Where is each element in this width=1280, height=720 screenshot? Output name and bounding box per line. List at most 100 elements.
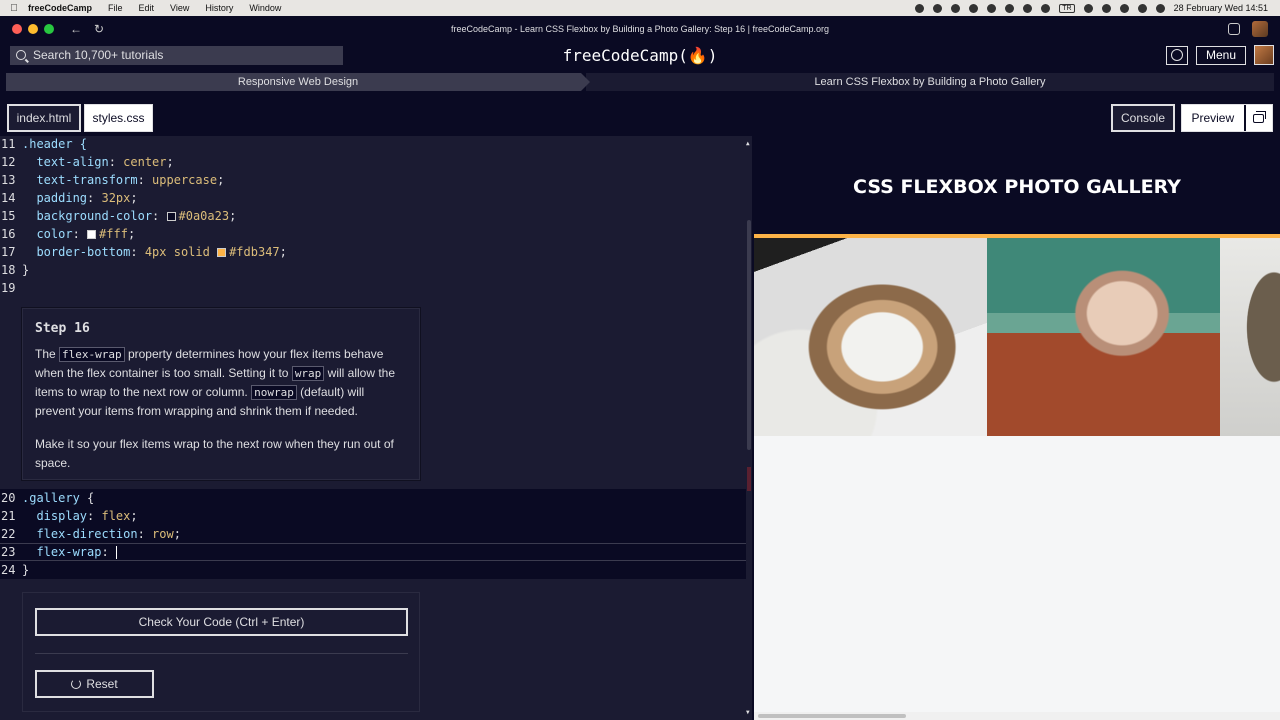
code-token: : <box>87 509 102 523</box>
preview-pane[interactable]: CSS Flexbox Photo Gallery <box>754 140 1280 720</box>
code-token: : <box>87 191 102 205</box>
code-line[interactable]: 13 text-transform: uppercase; <box>0 171 748 189</box>
code-token: { <box>79 491 95 505</box>
line-number: 12 <box>1 155 16 169</box>
input-language-badge[interactable]: TR <box>1059 3 1075 13</box>
step-text: The <box>35 347 60 361</box>
inline-code: wrap <box>291 366 325 381</box>
code-token: ; <box>166 155 174 169</box>
code-editor[interactable]: 11 .header {12 text-align: center; 13 text… <box>0 136 752 720</box>
status-icon[interactable] <box>987 3 997 13</box>
reset-button[interactable]: Reset <box>35 670 154 698</box>
code-token: : <box>137 173 153 187</box>
scrollbar-thumb[interactable] <box>747 220 751 450</box>
code-line[interactable]: 24} <box>0 561 748 579</box>
scroll-up-arrow-icon[interactable]: ▲ <box>746 140 750 147</box>
window-title: freeCodeCamp - Learn CSS Flexbox by Buil… <box>450 24 830 34</box>
line-number: 19 <box>1 281 16 295</box>
apple-icon[interactable]:  <box>0 3 28 14</box>
window-controls <box>0 24 54 34</box>
status-icon[interactable] <box>933 3 943 13</box>
menu-file[interactable]: File <box>108 3 123 13</box>
status-icon[interactable] <box>951 3 961 13</box>
menu-view[interactable]: View <box>170 3 189 13</box>
scroll-down-arrow-icon[interactable]: ▼ <box>746 709 750 716</box>
wifi-icon[interactable] <box>1137 3 1147 13</box>
inline-code: nowrap <box>251 385 297 400</box>
code-line[interactable]: 18} <box>0 261 748 279</box>
check-code-button[interactable]: Check Your Code (Ctrl + Enter) <box>35 608 408 636</box>
tab-index-html[interactable]: index.html <box>7 104 81 132</box>
code-line[interactable]: 22 flex-direction: row; <box>0 525 748 543</box>
avatar[interactable] <box>1254 45 1274 65</box>
status-icon[interactable] <box>1005 3 1015 13</box>
code-line[interactable]: 21 display: flex; <box>0 507 748 525</box>
status-icon[interactable] <box>969 3 979 13</box>
status-icon[interactable] <box>1041 3 1051 13</box>
code-token: : <box>101 545 116 559</box>
tab-styles-css[interactable]: styles.css <box>84 104 153 132</box>
bluetooth-icon[interactable] <box>1083 3 1093 13</box>
preview-button[interactable]: Preview <box>1181 104 1273 132</box>
code-line[interactable]: 14 padding: 32px; <box>0 189 748 207</box>
menubar-datetime[interactable]: 28 February Wed 14:51 <box>1174 3 1268 13</box>
editor-scrollbar[interactable]: ▲ ▼ <box>746 140 752 716</box>
divider <box>35 653 408 654</box>
menu-history[interactable]: History <box>205 3 233 13</box>
extensions-icon[interactable] <box>1228 23 1240 35</box>
code-line[interactable]: 17 border-bottom: 4px solid #fdb347; <box>0 243 748 261</box>
inline-code: flex-wrap <box>59 347 125 362</box>
status-icons: TR 28 February Wed 14:51 <box>915 3 1280 13</box>
code-line[interactable]: 23 flex-wrap: <box>0 543 748 561</box>
zoom-window-button[interactable] <box>44 24 54 34</box>
code-line[interactable]: 12 text-align: center; <box>0 153 748 171</box>
code-token: ; <box>127 227 136 241</box>
language-button[interactable] <box>1165 45 1188 65</box>
code-line[interactable]: 19 <box>0 279 748 297</box>
code-token: 4px solid <box>144 245 218 259</box>
menu-edit[interactable]: Edit <box>139 3 155 13</box>
menubar-app-name[interactable]: freeCodeCamp <box>28 3 92 13</box>
menu-button[interactable]: Menu <box>1195 45 1246 65</box>
reload-icon[interactable]: ↻ <box>94 22 104 36</box>
breadcrumb-block[interactable]: Learn CSS Flexbox by Building a Photo Ga… <box>586 73 1274 91</box>
breadcrumb-superblock[interactable]: Responsive Web Design <box>6 73 590 91</box>
preview-header: CSS Flexbox Photo Gallery <box>754 140 1280 238</box>
color-swatch-icon <box>166 211 176 221</box>
search-input[interactable] <box>33 48 313 62</box>
breadcrumb: Responsive Web Design Learn CSS Flexbox … <box>6 73 1274 91</box>
minimize-window-button[interactable] <box>28 24 38 34</box>
code-token: flex-direction <box>22 527 138 541</box>
code-token: } <box>22 563 30 577</box>
browser-title-bar: ← ↻ freeCodeCamp - Learn CSS Flexbox by … <box>0 16 1280 42</box>
popout-preview-button[interactable] <box>1243 105 1272 131</box>
search-icon <box>16 50 26 60</box>
battery-icon[interactable] <box>1101 3 1111 13</box>
code-token: #fdb347 <box>229 245 280 259</box>
browser-profile-icon[interactable] <box>1252 21 1268 37</box>
scrollbar-thumb[interactable] <box>758 714 906 718</box>
line-number: 21 <box>1 509 16 523</box>
code-line[interactable]: 11 .header { <box>0 136 748 153</box>
close-window-button[interactable] <box>12 24 22 34</box>
action-panel: Check Your Code (Ctrl + Enter) Reset <box>22 592 420 712</box>
code-token: #fff <box>99 227 128 241</box>
reset-label: Reset <box>86 677 118 691</box>
code-token: padding <box>22 191 88 205</box>
code-token: ; <box>130 191 138 205</box>
search-bar[interactable] <box>10 45 343 65</box>
console-button[interactable]: Console <box>1111 104 1175 132</box>
search-icon[interactable] <box>1119 3 1129 13</box>
code-line[interactable]: 15 background-color: #0a0a23; <box>0 207 748 225</box>
status-icon[interactable] <box>915 3 925 13</box>
code-line[interactable]: 16 color: #fff; <box>0 225 748 243</box>
status-icon[interactable] <box>1023 3 1033 13</box>
preview-scrollbar[interactable] <box>754 712 1280 720</box>
line-number: 24 <box>1 563 16 577</box>
menu-window[interactable]: Window <box>249 3 281 13</box>
back-arrow-icon[interactable]: ← <box>70 22 82 36</box>
code-line[interactable]: 20 .gallery { <box>0 489 748 507</box>
code-token: .header { <box>22 137 88 151</box>
code-token: text-transform <box>22 173 138 187</box>
control-center-icon[interactable] <box>1155 3 1165 13</box>
